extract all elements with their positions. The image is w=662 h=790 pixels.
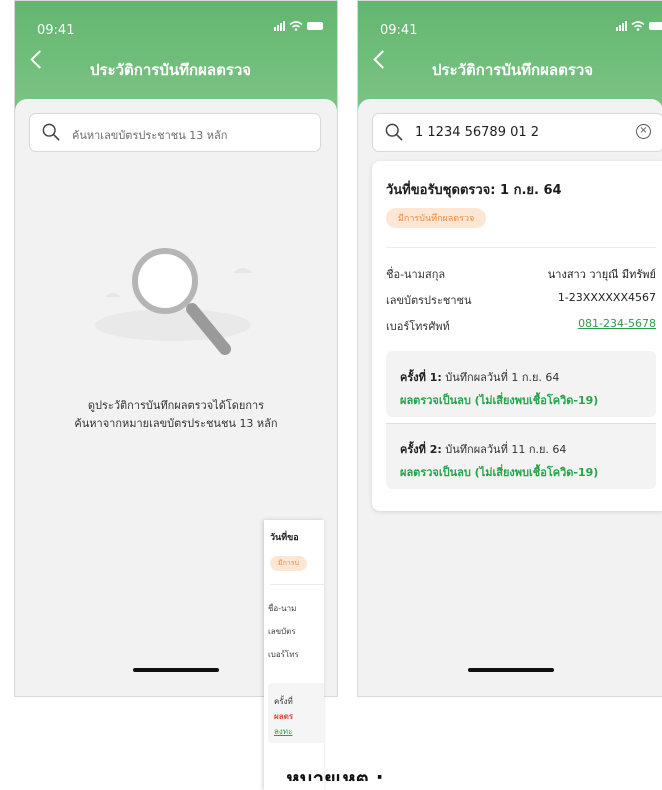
record-round: ครั้งที่ 2: <box>400 443 442 456</box>
record-detail: บันทึกผลวันที่ 11 ก.ย. 64 <box>445 443 567 456</box>
phone-label: เบอร์โทรศัพท์ <box>386 320 450 333</box>
partial-register-link[interactable]: ลงทะ <box>274 725 292 738</box>
battery-icon <box>307 22 323 30</box>
record-round: ครั้งที่ 1: <box>400 371 442 384</box>
test-record-1: ครั้งที่ 1: บันทึกผลวันที่ 1 ก.ย. 64 ผลต… <box>386 351 656 417</box>
note-caption: หมายเหตุ : <box>0 761 662 781</box>
app-header: 09:41 ประวัติการบันทึกผลตรวจ <box>358 1 662 113</box>
search-value: 1 1234 56789 01 2 <box>415 125 540 140</box>
partial-id-label: เลขบัตร <box>268 627 296 636</box>
wifi-icon <box>289 21 303 31</box>
status-time: 09:41 <box>37 23 75 38</box>
name-label: ชื่อ-นามสกุล <box>386 268 446 281</box>
record-detail: บันทึกผลวันที่ 1 ก.ย. 64 <box>445 371 560 384</box>
home-indicator <box>133 668 219 672</box>
record-line: ครั้งที่ 2: บันทึกผลวันที่ 11 ก.ย. 64 <box>400 440 566 458</box>
card-divider <box>386 247 656 248</box>
partial-record-round: ครั้งที่ <box>274 697 293 706</box>
result-card[interactable]: วันที่ขอรับชุดตรวจ: 1 ก.ย. 64 มีการบันทึ… <box>372 161 662 511</box>
back-chevron-icon[interactable] <box>30 50 49 69</box>
note-caption-text: หมายเหตุ : <box>286 767 384 781</box>
status-icons <box>616 21 662 31</box>
partial-card-divider <box>270 584 324 585</box>
partial-result-card: วันที่ขอ มีการบ ชื่อ-นาม เลขบัตร เบอร์โท… <box>264 520 324 790</box>
status-icons <box>274 21 323 31</box>
magnifier-illustration-icon <box>95 248 253 355</box>
name-value: นางสาว วายุณี มีทรัพย์ <box>547 268 656 281</box>
test-record-2: ครั้งที่ 2: บันทึกผลวันที่ 11 ก.ย. 64 ผล… <box>386 423 656 489</box>
phone-link[interactable]: 081-234-5678 <box>578 317 656 330</box>
partial-phone-label: เบอร์โทร <box>268 650 299 659</box>
clear-search-icon[interactable]: × <box>636 124 651 139</box>
battery-icon <box>649 22 662 30</box>
record-result: ผลตรวจเป็นลบ (ไม่เสี่ยงพบเชื้อโควิด-19) <box>400 466 599 479</box>
status-time: 09:41 <box>380 23 418 38</box>
id-value: 1-23XXXXXX4567 <box>557 291 656 304</box>
partial-card-title: วันที่ขอ <box>270 533 299 543</box>
signal-icon <box>616 21 627 31</box>
record-line: ครั้งที่ 1: บันทึกผลวันที่ 1 ก.ย. 64 <box>400 368 559 386</box>
phone-screen-search-result: 09:41 ประวัติการบันทึกผลตรวจ 1 1234 5678… <box>357 0 662 697</box>
empty-state-message: ดูประวัติการบันทึกผลตรวจได้โดยการ ค้นหาจ… <box>15 397 337 433</box>
search-icon <box>42 123 60 141</box>
page-title: ประวัติการบันทึกผลตรวจ <box>90 61 252 79</box>
home-indicator <box>467 668 554 672</box>
card-title: วันที่ขอรับชุดตรวจ: 1 ก.ย. 64 <box>386 183 562 198</box>
id-label: เลขบัตรประชาชน <box>386 294 472 307</box>
signal-icon <box>274 21 285 31</box>
search-icon <box>385 123 403 141</box>
empty-state-line-2: ค้นหาจากหมายเลขบัตรประชนชน 13 หลัก <box>74 417 278 430</box>
page-title: ประวัติการบันทึกผลตรวจ <box>432 61 594 79</box>
wifi-icon <box>631 21 645 31</box>
back-chevron-icon[interactable] <box>373 50 392 69</box>
partial-status-badge: มีการบ <box>270 556 307 571</box>
partial-name-label: ชื่อ-นาม <box>268 604 297 613</box>
search-placeholder: ค้นหาเลขบัตรประชาชน 13 หลัก <box>72 129 228 142</box>
search-input[interactable]: ค้นหาเลขบัตรประชาชน 13 หลัก <box>29 113 321 152</box>
record-result: ผลตรวจเป็นลบ (ไม่เสี่ยงพบเชื้อโควิด-19) <box>400 394 599 407</box>
record-divider <box>386 423 656 424</box>
app-header: 09:41 ประวัติการบันทึกผลตรวจ <box>15 1 337 113</box>
status-badge: มีการบันทึกผลตรวจ <box>386 208 487 228</box>
partial-record-result: ผลตร <box>274 712 294 721</box>
empty-state-line-1: ดูประวัติการบันทึกผลตรวจได้โดยการ <box>87 399 265 412</box>
content-sheet: 1 1234 56789 01 2 × วันที่ขอรับชุดตรวจ: … <box>358 99 662 696</box>
search-input[interactable]: 1 1234 56789 01 2 × <box>372 113 662 152</box>
